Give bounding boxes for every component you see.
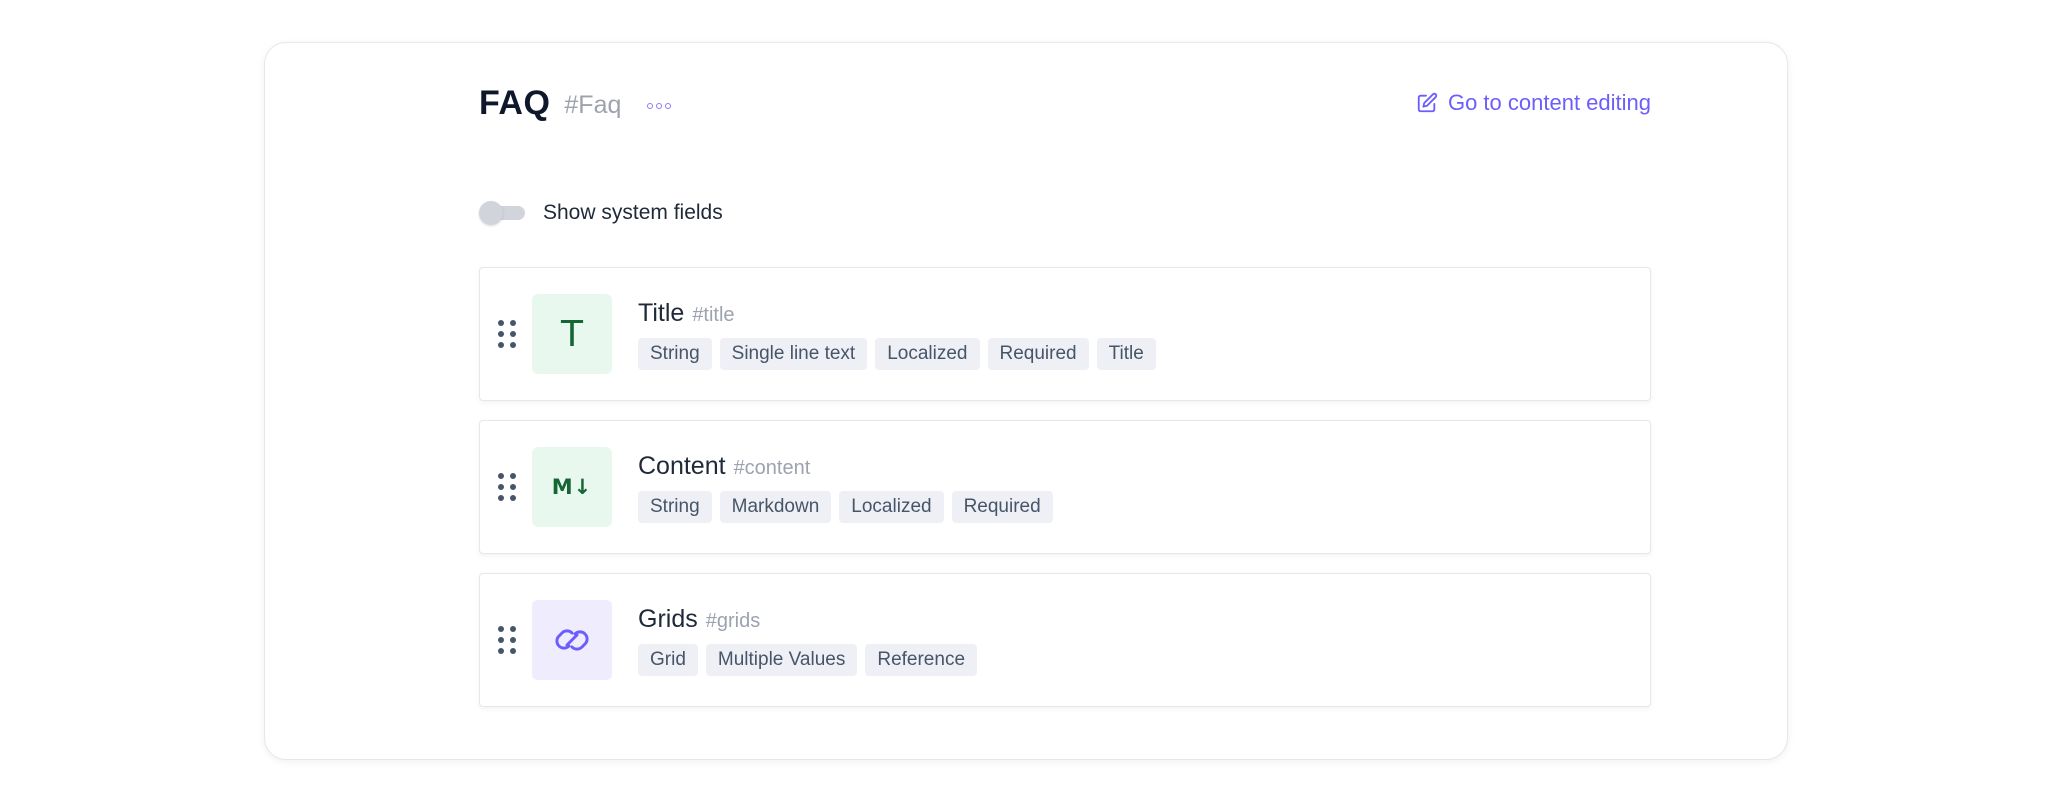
field-tags: String Single line text Localized Requir… — [638, 337, 1156, 370]
show-system-fields-toggle[interactable] — [479, 201, 525, 225]
field-tag: Required — [951, 490, 1053, 523]
markdown-icon: M↓ — [532, 447, 612, 527]
drag-handle-icon[interactable] — [498, 473, 516, 501]
field-tag: Localized — [839, 490, 944, 523]
edit-icon — [1417, 92, 1438, 113]
text-icon: T — [532, 294, 612, 374]
field-id: #grids — [705, 609, 761, 632]
field-id: #title — [692, 303, 735, 326]
field-name: Title — [638, 298, 685, 327]
page-title: FAQ — [479, 83, 551, 122]
field-tag: String — [638, 337, 712, 370]
schema-id: #Faq — [564, 90, 622, 119]
go-to-content-editing-link[interactable]: Go to content editing — [1416, 90, 1651, 116]
field-id: #content — [733, 456, 811, 479]
field-tag: String — [638, 490, 712, 523]
field-name: Content — [638, 451, 726, 480]
system-fields-row: Show system fields — [479, 201, 723, 225]
go-to-content-editing-label: Go to content editing — [1447, 90, 1651, 115]
drag-handle-icon[interactable] — [498, 626, 516, 654]
field-tag: Grid — [638, 643, 698, 676]
field-name: Grids — [638, 604, 698, 633]
more-dot-icon — [647, 103, 654, 109]
link-icon — [532, 600, 612, 680]
show-system-fields-label: Show system fields — [543, 201, 723, 224]
more-options-button[interactable] — [647, 103, 672, 109]
field-row-grids[interactable]: Grids #grids Grid Multiple Values Refere… — [479, 573, 1651, 707]
field-tag: Reference — [865, 643, 978, 676]
field-tag: Title — [1096, 337, 1156, 370]
field-row-content[interactable]: M↓ Content #content String Markdown Loca… — [479, 420, 1651, 554]
schema-card: FAQ #Faq Go to content editing Show syst… — [264, 42, 1788, 760]
field-tag: Markdown — [719, 490, 832, 523]
field-row-title[interactable]: T Title #title String Single line text L… — [479, 267, 1651, 401]
field-tag: Multiple Values — [705, 643, 858, 676]
field-tags: String Markdown Localized Required — [638, 490, 1053, 523]
more-dot-icon — [656, 103, 663, 109]
schema-header: FAQ #Faq Go to content editing — [479, 79, 1651, 127]
more-dot-icon — [665, 103, 672, 109]
field-tag: Single line text — [719, 337, 868, 370]
drag-handle-icon[interactable] — [498, 320, 516, 348]
field-tag: Localized — [875, 337, 980, 370]
field-tag: Required — [987, 337, 1089, 370]
field-tags: Grid Multiple Values Reference — [638, 643, 978, 676]
